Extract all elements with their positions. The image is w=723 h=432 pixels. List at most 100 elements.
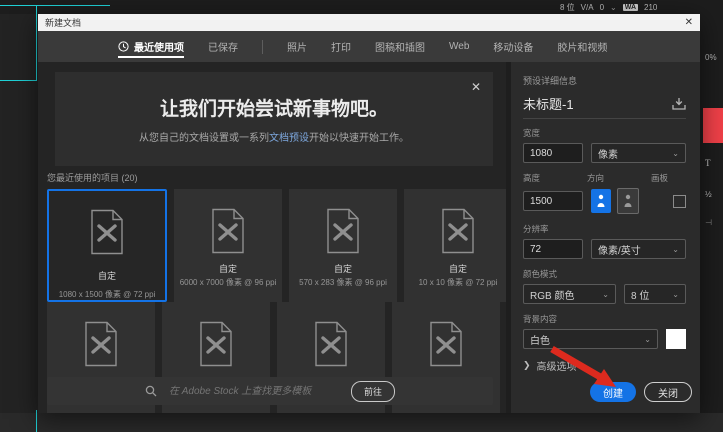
color-swatch-red bbox=[703, 108, 723, 143]
tab-mobile[interactable]: 移动设备 bbox=[493, 31, 533, 62]
resolution-unit-select[interactable]: 像素/英寸 ⌄ bbox=[591, 239, 686, 259]
tab-label: 照片 bbox=[287, 43, 307, 54]
scale-percent: 0% bbox=[705, 53, 717, 62]
guide-line-horizontal-top bbox=[0, 5, 110, 6]
tab-photo[interactable]: 照片 bbox=[287, 31, 307, 62]
template-dimensions: 10 x 10 像素 @ 72 ppi bbox=[418, 278, 498, 287]
width-label: 宽度 bbox=[523, 128, 541, 138]
resolution-label: 分辨率 bbox=[523, 224, 549, 234]
template-title: 自定 bbox=[97, 270, 116, 281]
app-character-panel-strip: 8 位 V/A 0 ⌄ WA 210 bbox=[0, 0, 723, 14]
advanced-options-toggle[interactable]: ❯ 高级选项 bbox=[523, 358, 686, 373]
document-icon bbox=[91, 209, 123, 255]
guide-line-horizontal-mid bbox=[0, 80, 37, 81]
chevron-down-icon: ⌄ bbox=[672, 148, 679, 158]
template-dimensions: 1080 x 1500 像素 @ 72 ppi bbox=[58, 290, 156, 299]
artboard-checkbox[interactable] bbox=[673, 194, 686, 208]
background-color-swatch[interactable] bbox=[666, 329, 686, 349]
recent-items-label: 您最近使用的项目 (20) bbox=[47, 173, 138, 183]
width-unit-select[interactable]: 像素 ⌄ bbox=[591, 143, 686, 163]
document-name-field[interactable]: 未标题-1 bbox=[523, 94, 574, 113]
banner-close-icon[interactable]: ✕ bbox=[471, 80, 481, 94]
tab-divider bbox=[262, 39, 263, 54]
welcome-banner: ✕ 让我们开始尝试新事物吧。 从您自己的文档设置或一系列文档预设开始以快速开始工… bbox=[55, 72, 493, 166]
preset-details-header: 预设详细信息 bbox=[523, 76, 578, 86]
banner-heading: 让我们开始尝试新事物吧。 bbox=[159, 99, 388, 120]
recent-templates-row-1: 自定 1080 x 1500 像素 @ 72 ppi 自定 6000 x 700… bbox=[47, 189, 506, 302]
color-mode-label: 颜色模式 bbox=[523, 269, 558, 279]
app-panel-edge: 0% T ½ ⊣ bbox=[700, 0, 723, 432]
stock-search-bar: 前往 bbox=[47, 377, 493, 405]
orientation-label: 方向 bbox=[587, 173, 605, 183]
templates-area: ✕ 让我们开始尝试新事物吧。 从您自己的文档设置或一系列文档预设开始以快速开始工… bbox=[38, 62, 506, 413]
width-input[interactable]: 1080 bbox=[523, 143, 583, 163]
tab-label: 图稿和插图 bbox=[375, 43, 425, 54]
resolution-input[interactable]: 72 bbox=[523, 239, 583, 259]
banner-subtitle: 从您自己的文档设置或一系列文档预设开始以快速开始工作。 bbox=[139, 133, 409, 144]
height-label: 高度 bbox=[523, 173, 541, 183]
tab-label: 最近使用项 bbox=[134, 43, 184, 54]
clock-icon bbox=[118, 41, 129, 52]
artboard-label: 画板 bbox=[651, 173, 669, 183]
template-card[interactable]: 自定 6000 x 7000 像素 @ 96 ppi bbox=[174, 189, 282, 302]
tab-web[interactable]: Web bbox=[449, 31, 469, 62]
tab-label: 打印 bbox=[331, 43, 351, 54]
kerning-label: V/A bbox=[580, 3, 594, 12]
portrait-person-icon bbox=[597, 194, 605, 207]
tracking-value: 210 bbox=[644, 3, 658, 12]
landscape-person-icon bbox=[624, 194, 632, 207]
tab-label: Web bbox=[449, 41, 470, 52]
document-icon bbox=[327, 208, 359, 254]
template-title: 自定 bbox=[333, 264, 352, 274]
template-title: 自定 bbox=[448, 264, 467, 274]
tab-print[interactable]: 打印 bbox=[331, 31, 351, 62]
color-mode-select[interactable]: RGB 颜色 ⌄ bbox=[523, 284, 616, 304]
kerning-value: 0 bbox=[599, 3, 605, 12]
type-tool-glyph: T bbox=[705, 158, 711, 168]
document-icon bbox=[430, 321, 462, 367]
tab-saved[interactable]: 已保存 bbox=[208, 31, 238, 62]
create-button[interactable]: 创建 bbox=[590, 382, 636, 402]
guide-line-vertical-bottom bbox=[36, 410, 37, 432]
save-preset-icon[interactable] bbox=[672, 97, 686, 110]
background-contents-label: 背景内容 bbox=[523, 314, 558, 324]
template-card[interactable]: 自定 1080 x 1500 像素 @ 72 ppi bbox=[47, 189, 167, 302]
tab-art-illustration[interactable]: 图稿和插图 bbox=[375, 31, 425, 62]
dialog-titlebar: 新建文档 ✕ bbox=[38, 14, 700, 31]
dialog-tabbar: 最近使用项 已保存 照片 打印 图稿和插图 Web 移动设备 胶片和视频 bbox=[38, 31, 700, 62]
dialog-title: 新建文档 bbox=[45, 18, 82, 28]
background-contents-select[interactable]: 白色 ⌄ bbox=[523, 329, 658, 349]
chevron-down-icon: ⌄ bbox=[610, 3, 617, 12]
bit-depth-indicator: 8 位 bbox=[560, 3, 575, 12]
chevron-down-icon: ⌄ bbox=[602, 289, 609, 299]
chevron-down-icon: ⌄ bbox=[672, 244, 679, 254]
close-button[interactable]: 关闭 bbox=[644, 382, 692, 402]
template-title: 自定 bbox=[218, 264, 237, 274]
indent-glyph: ⊣ bbox=[705, 218, 712, 227]
app-background-bottom bbox=[0, 413, 723, 432]
divider bbox=[523, 118, 686, 119]
preset-details-panel: 预设详细信息 未标题-1 宽度 1080 像素 ⌄ 高度 方向 画板 1500 … bbox=[506, 62, 700, 413]
new-document-dialog: 新建文档 ✕ 最近使用项 已保存 照片 打印 图稿和插图 Web 移动设备 胶片… bbox=[38, 14, 700, 413]
orientation-portrait-button[interactable] bbox=[591, 189, 611, 213]
template-dimensions: 6000 x 7000 像素 @ 96 ppi bbox=[179, 278, 277, 287]
fraction-glyph: ½ bbox=[705, 190, 712, 199]
chevron-right-icon: ❯ bbox=[523, 360, 531, 370]
tab-label: 已保存 bbox=[208, 43, 238, 54]
template-card[interactable]: 自定 570 x 283 像素 @ 96 ppi bbox=[289, 189, 397, 302]
height-input[interactable]: 1500 bbox=[523, 191, 583, 211]
orientation-landscape-button[interactable] bbox=[617, 188, 639, 214]
chevron-down-icon: ⌄ bbox=[644, 334, 651, 344]
document-presets-link[interactable]: 文档预设 bbox=[269, 133, 309, 144]
go-button[interactable]: 前往 bbox=[350, 380, 395, 402]
tracking-icon: WA bbox=[622, 4, 639, 11]
tab-recent[interactable]: 最近使用项 bbox=[118, 31, 184, 62]
stock-search-input[interactable] bbox=[166, 384, 341, 398]
bit-depth-select[interactable]: 8 位 ⌄ bbox=[624, 284, 686, 304]
document-icon bbox=[442, 208, 474, 254]
dialog-close-icon[interactable]: ✕ bbox=[685, 17, 693, 28]
document-icon bbox=[212, 208, 244, 254]
tab-film-video[interactable]: 胶片和视频 bbox=[557, 31, 607, 62]
template-card[interactable]: 自定 10 x 10 像素 @ 72 ppi bbox=[404, 189, 506, 302]
document-icon bbox=[85, 321, 117, 367]
